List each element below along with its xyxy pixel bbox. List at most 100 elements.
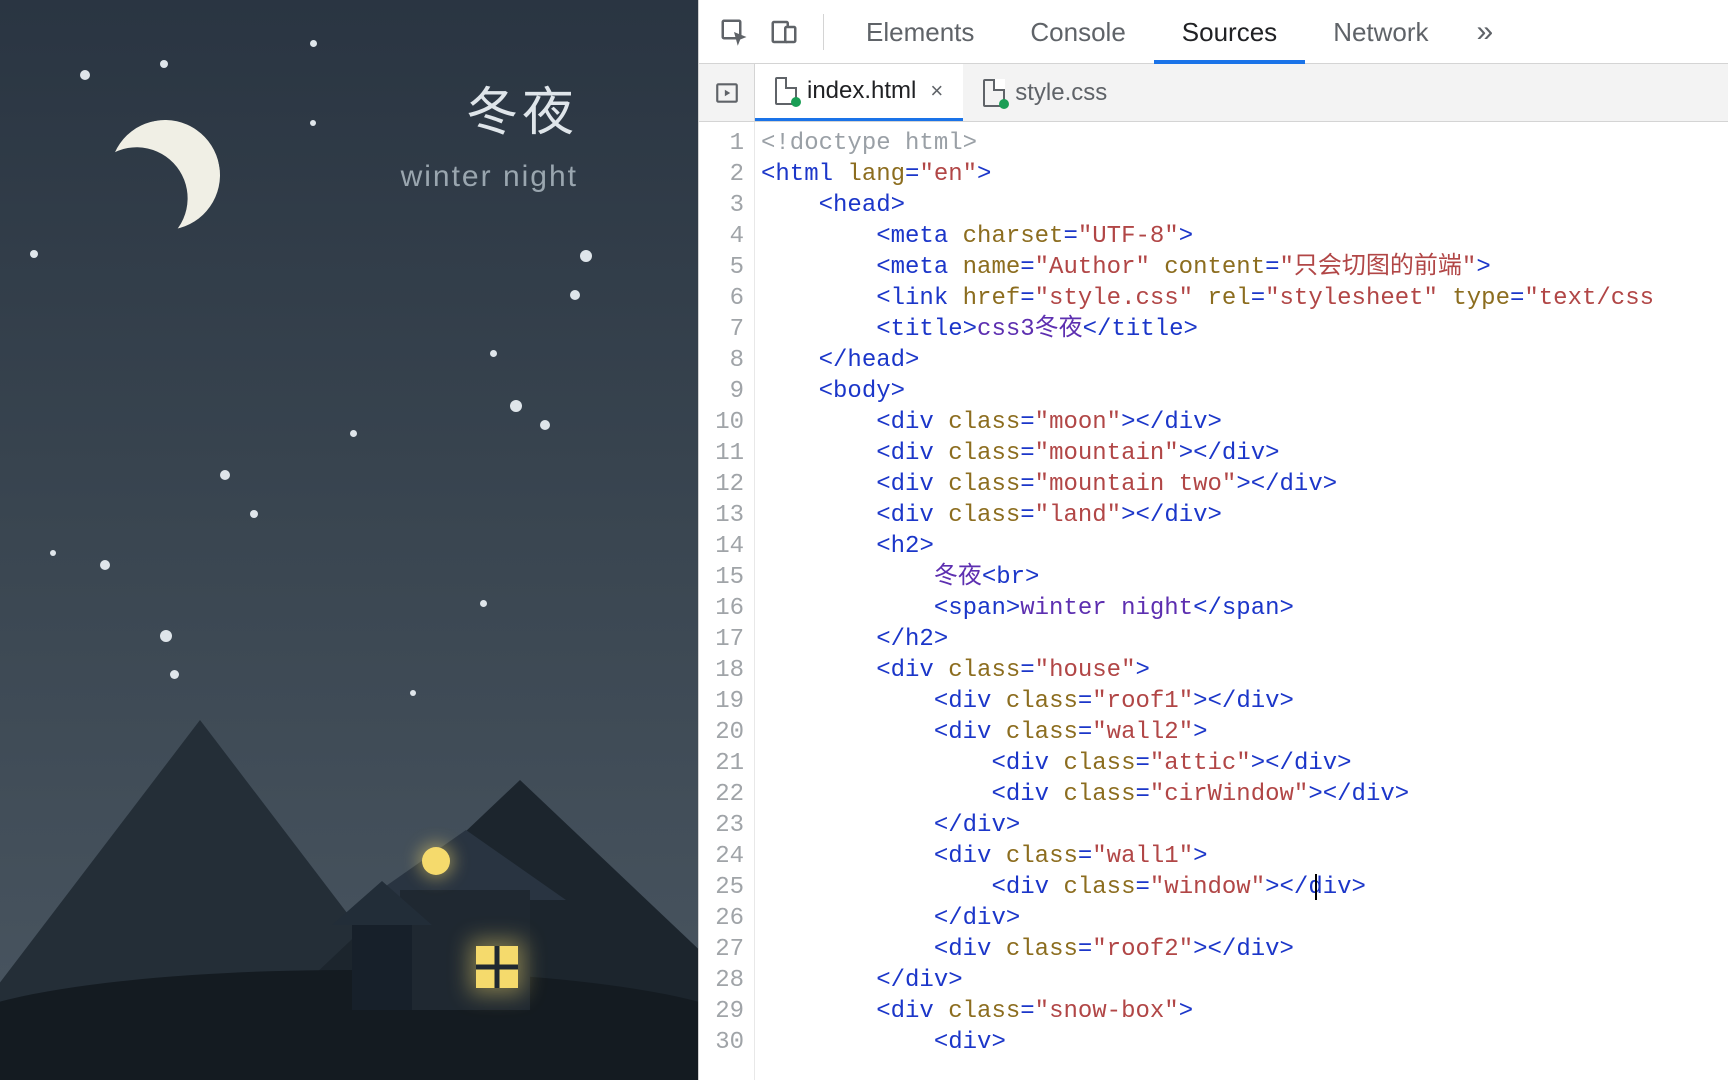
line-number: 7	[699, 314, 744, 345]
line-number: 29	[699, 996, 744, 1027]
text-cursor-icon	[1315, 874, 1317, 900]
line-number: 5	[699, 252, 744, 283]
star	[160, 60, 168, 68]
star	[310, 120, 316, 126]
code-line[interactable]: </div>	[761, 810, 1728, 841]
device-toolbar-icon[interactable]	[759, 7, 809, 57]
devtools-panel: Elements Console Sources Network » index…	[698, 0, 1728, 1080]
star	[50, 550, 56, 556]
modified-dot-icon	[791, 97, 801, 107]
code-line[interactable]: <title>css3冬夜</title>	[761, 314, 1728, 345]
code-area[interactable]: <!doctype html><html lang="en"> <head> <…	[755, 122, 1728, 1080]
line-number: 16	[699, 593, 744, 624]
code-line[interactable]: <div class="mountain two"></div>	[761, 469, 1728, 500]
modified-dot-icon	[999, 99, 1009, 109]
code-line[interactable]: <meta name="Author" content="只会切图的前端">	[761, 252, 1728, 283]
rendered-page-preview: 冬夜 winter night	[0, 0, 698, 1080]
wall-graphic	[352, 920, 412, 1010]
code-line[interactable]: <html lang="en">	[761, 159, 1728, 190]
line-number: 4	[699, 221, 744, 252]
page-title-english: winter night	[401, 160, 578, 194]
code-line[interactable]: <link href="style.css" rel="stylesheet" …	[761, 283, 1728, 314]
code-line[interactable]: <div class="cirWindow"></div>	[761, 779, 1728, 810]
devtools-toolbar: Elements Console Sources Network »	[699, 0, 1728, 64]
star	[80, 70, 90, 80]
code-line[interactable]: <div class="attic"></div>	[761, 748, 1728, 779]
line-number: 20	[699, 717, 744, 748]
code-line[interactable]: <head>	[761, 190, 1728, 221]
line-number: 13	[699, 500, 744, 531]
file-tab-index-html[interactable]: index.html ×	[755, 64, 963, 121]
star	[490, 350, 497, 357]
line-number: 12	[699, 469, 744, 500]
line-number: 21	[699, 748, 744, 779]
line-number: 11	[699, 438, 744, 469]
line-number-gutter: 1234567891011121314151617181920212223242…	[699, 122, 755, 1080]
line-number: 10	[699, 407, 744, 438]
tab-network[interactable]: Network	[1305, 0, 1456, 64]
code-line[interactable]: <div class="roof2"></div>	[761, 934, 1728, 965]
line-number: 22	[699, 779, 744, 810]
star	[160, 630, 172, 642]
line-number: 3	[699, 190, 744, 221]
window-graphic	[476, 946, 518, 988]
code-line[interactable]: <div>	[761, 1027, 1728, 1058]
code-line[interactable]: </head>	[761, 345, 1728, 376]
file-tab-style-css[interactable]: style.css	[963, 64, 1127, 121]
tab-elements[interactable]: Elements	[838, 0, 1002, 64]
line-number: 2	[699, 159, 744, 190]
moon-graphic	[101, 111, 228, 238]
line-number: 18	[699, 655, 744, 686]
code-line[interactable]: </div>	[761, 903, 1728, 934]
code-line[interactable]: 冬夜<br>	[761, 562, 1728, 593]
code-line[interactable]: <span>winter night</span>	[761, 593, 1728, 624]
code-line[interactable]: </div>	[761, 965, 1728, 996]
source-editor[interactable]: 1234567891011121314151617181920212223242…	[699, 122, 1728, 1080]
code-line[interactable]: <meta charset="UTF-8">	[761, 221, 1728, 252]
code-line[interactable]: </h2>	[761, 624, 1728, 655]
file-tab-label: index.html	[807, 77, 916, 105]
line-number: 23	[699, 810, 744, 841]
line-number: 9	[699, 376, 744, 407]
line-number: 6	[699, 283, 744, 314]
line-number: 19	[699, 686, 744, 717]
code-line[interactable]: <div class="land"></div>	[761, 500, 1728, 531]
code-line[interactable]: <h2>	[761, 531, 1728, 562]
star	[30, 250, 38, 258]
code-line[interactable]: <div class="moon"></div>	[761, 407, 1728, 438]
code-line[interactable]: <div class="window"></div>	[761, 872, 1728, 903]
line-number: 14	[699, 531, 744, 562]
circular-window-graphic	[422, 847, 450, 875]
star	[570, 290, 580, 300]
inspect-element-icon[interactable]	[709, 7, 759, 57]
tab-sources[interactable]: Sources	[1154, 0, 1305, 64]
star	[410, 690, 416, 696]
code-line[interactable]: <div class="wall2">	[761, 717, 1728, 748]
code-line[interactable]: <div class="wall1">	[761, 841, 1728, 872]
code-line[interactable]: <div class="roof1"></div>	[761, 686, 1728, 717]
star	[170, 670, 179, 679]
line-number: 17	[699, 624, 744, 655]
star	[580, 250, 592, 262]
line-number: 25	[699, 872, 744, 903]
close-icon[interactable]: ×	[930, 78, 943, 104]
more-tabs-icon[interactable]: »	[1457, 15, 1514, 49]
line-number: 30	[699, 1027, 744, 1058]
toolbar-separator	[823, 14, 824, 50]
roof-graphic	[332, 881, 432, 925]
line-number: 27	[699, 934, 744, 965]
star	[250, 510, 258, 518]
star	[100, 560, 110, 570]
line-number: 26	[699, 903, 744, 934]
land-graphic	[0, 970, 698, 1080]
file-tab-label: style.css	[1015, 79, 1107, 107]
tab-console[interactable]: Console	[1002, 0, 1153, 64]
star	[220, 470, 230, 480]
toggle-navigator-icon[interactable]	[699, 64, 755, 121]
code-line[interactable]: <body>	[761, 376, 1728, 407]
code-line[interactable]: <div class="mountain"></div>	[761, 438, 1728, 469]
star	[540, 420, 550, 430]
code-line[interactable]: <!doctype html>	[761, 128, 1728, 159]
code-line[interactable]: <div class="house">	[761, 655, 1728, 686]
code-line[interactable]: <div class="snow-box">	[761, 996, 1728, 1027]
